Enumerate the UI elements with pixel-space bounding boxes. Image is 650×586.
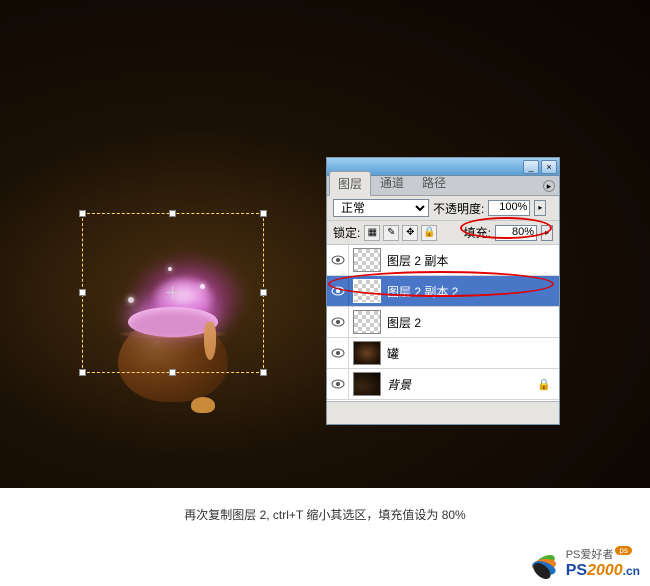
transform-handle-br[interactable] xyxy=(260,369,267,376)
lock-pixels-icon[interactable]: ✎ xyxy=(383,225,399,241)
layer-name[interactable]: 图层 2 xyxy=(387,314,559,331)
panel-minimize-button[interactable]: _ xyxy=(523,160,539,174)
lock-indicator-icon: 🔒 xyxy=(537,378,551,391)
caption-text: 再次复制图层 2, ctrl+T 缩小其选区，填充值设为 80% xyxy=(0,488,650,523)
eye-icon[interactable] xyxy=(331,348,345,358)
tab-layers[interactable]: 图层 xyxy=(329,171,371,196)
transform-handle-tm[interactable] xyxy=(169,210,176,217)
lock-fill-row: 锁定: ▦ ✎ ✥ 🔒 填充: 80% ▸ xyxy=(327,221,559,245)
layer-name[interactable]: 图层 2 副本 xyxy=(387,252,559,269)
transform-handle-ml[interactable] xyxy=(79,289,86,296)
layer-thumbnail[interactable] xyxy=(353,341,381,365)
layer-row[interactable]: 图层 2 xyxy=(327,307,559,338)
opacity-input[interactable]: 100% xyxy=(488,200,530,216)
fill-label: 填充: xyxy=(464,224,491,241)
panel-footer xyxy=(327,401,559,423)
layer-thumbnail[interactable] xyxy=(353,372,381,396)
layer-name[interactable]: 图层 2 副本 2 xyxy=(387,283,559,300)
panel-tabs: 图层 通道 路径 ▸ xyxy=(327,176,559,196)
transform-handle-bm[interactable] xyxy=(169,369,176,376)
layer-thumbnail[interactable] xyxy=(353,248,381,272)
layer-name[interactable]: 背景 xyxy=(387,376,537,393)
eye-icon[interactable] xyxy=(331,379,345,389)
transform-selection[interactable] xyxy=(82,213,264,373)
layer-row[interactable]: 罐 xyxy=(327,338,559,369)
lock-position-icon[interactable]: ✥ xyxy=(402,225,418,241)
tab-paths[interactable]: 路径 xyxy=(413,170,455,195)
eye-icon[interactable] xyxy=(331,286,345,296)
lock-all-icon[interactable]: 🔒 xyxy=(421,225,437,241)
layer-thumbnail[interactable] xyxy=(353,279,381,303)
watermark-logo-icon xyxy=(526,548,562,578)
lock-transparency-icon[interactable]: ▦ xyxy=(364,225,380,241)
opacity-label: 不透明度: xyxy=(433,200,484,217)
fill-dropdown-icon[interactable]: ▸ xyxy=(541,225,553,241)
opacity-dropdown-icon[interactable]: ▸ xyxy=(534,200,546,216)
canvas-area: _ × 图层 通道 路径 ▸ 正常 不透明度: 100% ▸ 锁定: ▦ ✎ ✥… xyxy=(0,0,650,488)
tab-channels[interactable]: 通道 xyxy=(371,170,413,195)
layer-thumbnail[interactable] xyxy=(353,310,381,334)
eye-icon[interactable] xyxy=(331,255,345,265)
fill-input[interactable]: 80% xyxy=(495,225,537,241)
watermark: PS爱好者ps PS2000.cn xyxy=(526,546,640,580)
lock-label: 锁定: xyxy=(333,224,360,241)
layer-row[interactable]: 图层 2 副本 2 xyxy=(327,276,559,307)
transform-center-icon[interactable] xyxy=(166,286,179,299)
panel-close-button[interactable]: × xyxy=(541,160,557,174)
layer-row[interactable]: 图层 2 副本 xyxy=(327,245,559,276)
layers-panel: _ × 图层 通道 路径 ▸ 正常 不透明度: 100% ▸ 锁定: ▦ ✎ ✥… xyxy=(326,157,560,425)
transform-handle-mr[interactable] xyxy=(260,289,267,296)
layer-row[interactable]: 背景 🔒 xyxy=(327,369,559,400)
eye-icon[interactable] xyxy=(331,317,345,327)
transform-handle-tr[interactable] xyxy=(260,210,267,217)
panel-options-menu-icon[interactable]: ▸ xyxy=(543,180,555,192)
transform-handle-bl[interactable] xyxy=(79,369,86,376)
layers-list: 图层 2 副本 图层 2 副本 2 图层 2 罐 背景 🔒 xyxy=(327,245,559,401)
layer-name[interactable]: 罐 xyxy=(387,345,559,362)
blend-opacity-row: 正常 不透明度: 100% ▸ xyxy=(327,196,559,221)
transform-handle-tl[interactable] xyxy=(79,210,86,217)
blend-mode-select[interactable]: 正常 xyxy=(333,199,429,217)
